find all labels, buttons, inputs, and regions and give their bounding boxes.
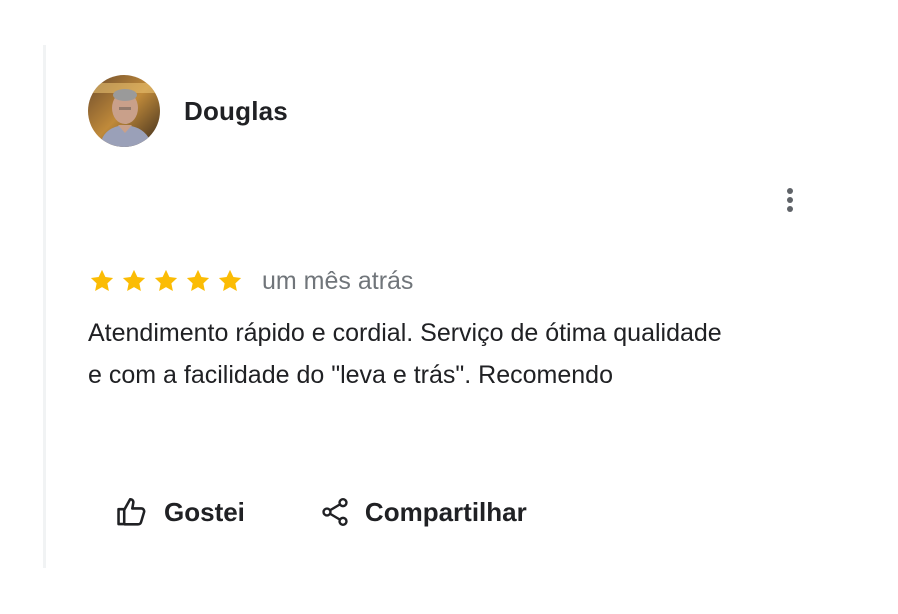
rating-row: um mês atrás <box>88 264 413 298</box>
card-divider <box>43 45 46 568</box>
star-icon <box>88 267 116 295</box>
like-button[interactable]: Gostei <box>106 486 253 538</box>
star-icon <box>216 267 244 295</box>
star-icon <box>120 267 148 295</box>
share-button[interactable]: Compartilhar <box>311 486 535 538</box>
more-options-button[interactable] <box>770 180 810 220</box>
review-card: Douglas um mês atrás Atendimento rápido … <box>0 0 898 614</box>
thumb-up-icon <box>114 495 150 529</box>
like-label: Gostei <box>164 496 245 527</box>
share-label: Compartilhar <box>364 496 527 527</box>
share-icon <box>319 495 351 529</box>
author-name[interactable]: Douglas <box>184 96 288 126</box>
review-date: um mês atrás <box>262 267 414 295</box>
review-actions: Gostei Compartilhar <box>106 486 535 538</box>
avatar[interactable] <box>88 75 160 147</box>
star-icon <box>152 267 180 295</box>
more-vert-icon <box>787 188 793 212</box>
star-rating <box>88 267 244 295</box>
star-icon <box>184 267 212 295</box>
review-text: Atendimento rápido e cordial. Serviço de… <box>88 319 722 389</box>
